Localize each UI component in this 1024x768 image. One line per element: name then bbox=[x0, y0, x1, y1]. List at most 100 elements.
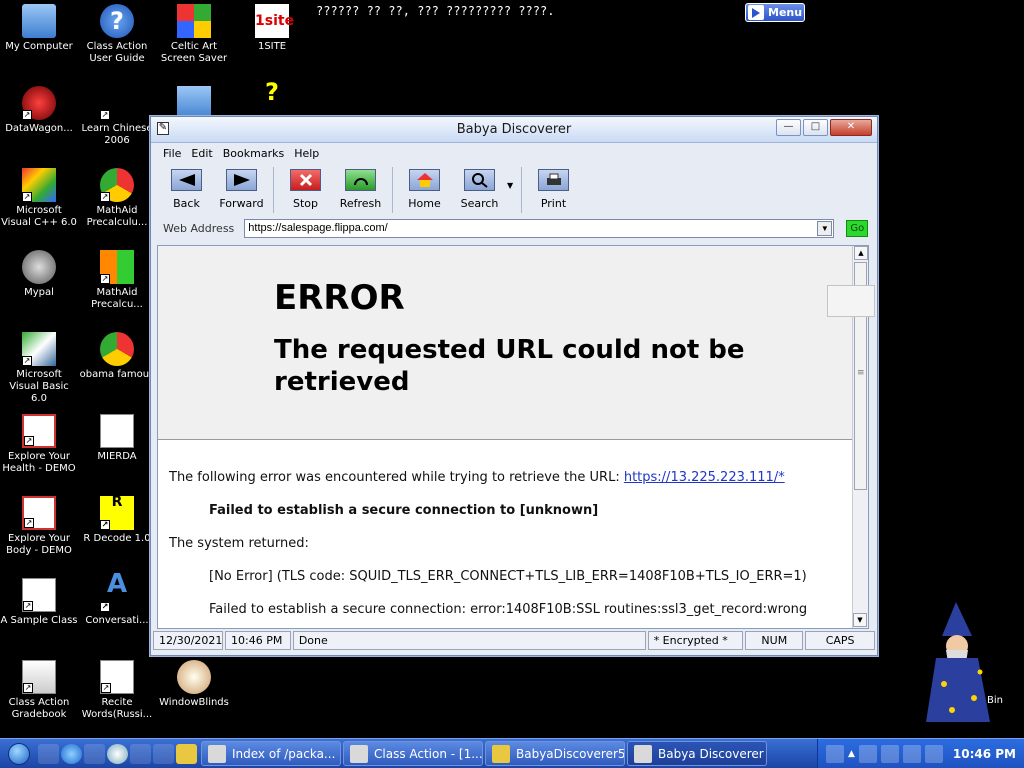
search-icon bbox=[464, 169, 495, 191]
desktop-icon-mierda[interactable]: MIERDA bbox=[78, 414, 156, 463]
refresh-icon bbox=[345, 169, 376, 191]
explore-health-icon: ↗ bbox=[22, 414, 56, 448]
desktop-icon-mathaid-1[interactable]: ↗ MathAid Precalculu... bbox=[78, 168, 156, 229]
task-label: Babya Discoverer bbox=[658, 746, 764, 761]
desktop-icon-datawagon[interactable]: ↗ DataWagon... bbox=[0, 86, 78, 135]
desktop-icon-1site[interactable]: 1site 1SITE bbox=[233, 4, 311, 53]
network-tray-icon[interactable] bbox=[880, 744, 899, 763]
page-content: ERROR The requested URL could not be ret… bbox=[157, 245, 869, 629]
search-button[interactable]: Search bbox=[452, 167, 507, 210]
error-paragraph-url: The following error was encountered whil… bbox=[169, 470, 858, 486]
toolbar-separator bbox=[273, 167, 274, 213]
desktop-icon-learn-chinese[interactable]: ↗ Learn Chinese 2006 bbox=[78, 86, 156, 147]
desktop-icon-windowblinds[interactable]: WindowBlinds bbox=[155, 660, 233, 709]
desktop-icon-celtic-art[interactable]: Celtic Art Screen Saver bbox=[155, 4, 233, 65]
quicklaunch-app-icon[interactable] bbox=[84, 743, 105, 764]
desktop-icon-explore-health[interactable]: ↗ Explore Your Health - DEMO bbox=[0, 414, 78, 475]
class-action-app-icon bbox=[350, 744, 368, 763]
status-num: NUM bbox=[745, 631, 804, 650]
minimize-button[interactable]: — bbox=[776, 119, 801, 136]
sample-class-document-icon: ↗ bbox=[22, 578, 56, 612]
go-button[interactable]: Go bbox=[846, 219, 869, 237]
taskbar-item-babya-discoverer[interactable]: Babya Discoverer bbox=[627, 741, 767, 766]
title-bar[interactable]: ✎ Babya Discoverer — □ ✕ bbox=[151, 117, 877, 143]
menu-bookmarks[interactable]: Bookmarks bbox=[223, 147, 284, 160]
icon-label: MathAid Precalculu... bbox=[86, 205, 148, 228]
conversation-icon: A ↗ bbox=[100, 569, 128, 612]
menu-bar: File Edit Bookmarks Help bbox=[151, 143, 877, 163]
desktop-icon-sample-class[interactable]: ↗ A Sample Class bbox=[0, 578, 78, 627]
taskbar-item-index[interactable]: Index of /packa... bbox=[201, 741, 341, 766]
app-tray-icon[interactable] bbox=[902, 744, 921, 763]
icon-label: Class Action User Guide bbox=[86, 41, 148, 64]
media-player-icon[interactable] bbox=[107, 743, 128, 764]
desktop-icon-recite-words[interactable]: ↗ Recite Words(Russi... bbox=[78, 660, 156, 721]
quicklaunch-edit-icon[interactable] bbox=[153, 743, 174, 764]
back-button[interactable]: Back bbox=[159, 167, 214, 210]
icon-label: WindowBlinds bbox=[159, 697, 229, 708]
desktop-icon-mypal[interactable]: Mypal bbox=[0, 250, 78, 299]
forward-button[interactable]: Forward bbox=[214, 167, 269, 210]
desktop-icon-obama-famous[interactable]: obama famous bbox=[78, 332, 156, 381]
icon-label: 1SITE bbox=[257, 41, 287, 52]
icon-label: Explore Your Body - DEMO bbox=[6, 533, 72, 556]
mypal-raccoon-icon bbox=[22, 250, 56, 284]
refresh-button[interactable]: Refresh bbox=[333, 167, 388, 210]
wizard-tray-icon[interactable] bbox=[858, 744, 877, 763]
home-label: Home bbox=[408, 197, 441, 210]
error-url-link[interactable]: https://13.225.223.111/* bbox=[624, 470, 785, 485]
taskbar-item-class-action[interactable]: Class Action - [1... bbox=[343, 741, 483, 766]
tls-error-detail: [No Error] (TLS code: SQUID_TLS_ERR_CONN… bbox=[209, 569, 807, 584]
show-desktop-icon[interactable] bbox=[38, 743, 59, 764]
printer-icon bbox=[538, 169, 569, 191]
wizard-assistant[interactable] bbox=[918, 602, 996, 728]
back-label: Back bbox=[173, 197, 200, 210]
keyboard-tray-icon[interactable] bbox=[825, 744, 844, 763]
desktop-icon-visual-cpp[interactable]: ↗ Microsoft Visual C++ 6.0 bbox=[0, 168, 78, 229]
menu-help[interactable]: Help bbox=[294, 147, 319, 160]
start-button[interactable] bbox=[0, 740, 38, 768]
stop-button[interactable]: Stop bbox=[278, 167, 333, 210]
desktop-icon-class-action-guide[interactable]: ? Class Action User Guide bbox=[78, 4, 156, 65]
task-label: Index of /packa... bbox=[232, 746, 336, 761]
scroll-down-icon[interactable]: ▼ bbox=[853, 613, 867, 627]
error-url-text: The following error was encountered whil… bbox=[169, 470, 624, 485]
desktop-icon-explore-body[interactable]: ↗ Explore Your Body - DEMO bbox=[0, 496, 78, 557]
maximize-button[interactable]: □ bbox=[803, 119, 828, 136]
window-title: Babya Discoverer bbox=[456, 122, 572, 137]
desktop-icon-my-computer[interactable]: My Computer bbox=[0, 4, 78, 53]
ssl-error-detail: Failed to establish a secure connection:… bbox=[209, 602, 808, 617]
tray-expand-icon[interactable]: ▲ bbox=[848, 749, 855, 759]
desktop-icon-gradebook[interactable]: ↗ Class Action Gradebook bbox=[0, 660, 78, 721]
menu-button[interactable]: Menu bbox=[745, 3, 805, 22]
print-button[interactable]: Print bbox=[526, 167, 581, 210]
scroll-up-icon[interactable]: ▲ bbox=[854, 246, 868, 260]
quicklaunch-tool-icon[interactable] bbox=[130, 743, 151, 764]
error-title: ERROR bbox=[274, 278, 405, 318]
taskbar-item-babya-folder[interactable]: BabyaDiscoverer5 bbox=[485, 741, 625, 766]
status-text: Done bbox=[292, 631, 646, 650]
search-dropdown-caret-icon[interactable]: ▼ bbox=[507, 167, 517, 190]
home-button[interactable]: Home bbox=[397, 167, 452, 210]
address-dropdown-icon[interactable]: ▼ bbox=[817, 220, 833, 236]
menu-edit[interactable]: Edit bbox=[191, 147, 212, 160]
icon-label: Conversati... bbox=[85, 615, 149, 626]
address-label: Web Address bbox=[163, 221, 235, 235]
address-input[interactable]: https://salespage.flippa.com/ ▼ bbox=[244, 218, 835, 238]
desktop-icon-visual-basic[interactable]: ↗ Microsoft Visual Basic 6.0 bbox=[0, 332, 78, 405]
close-button[interactable]: ✕ bbox=[830, 119, 872, 136]
quicklaunch-folder-icon[interactable] bbox=[176, 743, 197, 764]
mathaid-grid-icon: ↗ bbox=[100, 250, 134, 284]
desktop-icon-conversation[interactable]: A ↗ Conversati... bbox=[78, 569, 156, 627]
desktop-icon-mathaid-2[interactable]: ↗ MathAid Precalcu... bbox=[78, 250, 156, 311]
network-help-icon: ? bbox=[265, 78, 279, 106]
browser-window: ✎ Babya Discoverer — □ ✕ File Edit Bookm… bbox=[150, 116, 878, 656]
tray-clock[interactable]: 10:46 PM bbox=[953, 747, 1016, 761]
ie-icon[interactable] bbox=[61, 743, 82, 764]
menu-file[interactable]: File bbox=[163, 147, 181, 160]
status-encrypted: * Encrypted * bbox=[647, 631, 744, 650]
icon-label: Learn Chinese 2006 bbox=[81, 123, 153, 146]
volume-tray-icon[interactable] bbox=[924, 744, 943, 763]
error-header: ERROR The requested URL could not be ret… bbox=[158, 246, 868, 440]
desktop-icon-rdecode[interactable]: R ↗ R Decode 1.0 bbox=[78, 495, 156, 545]
